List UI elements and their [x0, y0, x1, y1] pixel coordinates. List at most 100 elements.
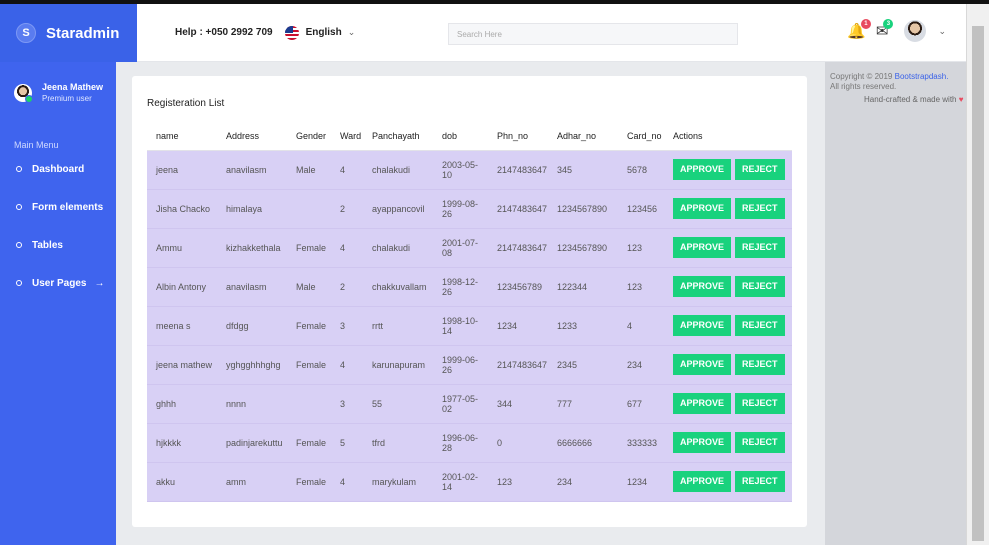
sidebar: Jeena Mathew Premium user Main Menu Dash…	[0, 62, 116, 545]
table-cell-gender: Male	[287, 150, 331, 190]
scrollbar[interactable]	[966, 4, 989, 545]
sidebar-item-user-pages[interactable]: User Pages →	[16, 264, 116, 302]
table-cell-dob: 1999-06-26	[433, 345, 488, 385]
table-cell-card-no: 123	[618, 228, 664, 268]
table-cell-ward: 4	[331, 462, 363, 502]
table-cell-ward: 4	[331, 228, 363, 268]
table-cell-adhar-no: 2345	[548, 345, 618, 385]
table-cell-actions: APPROVE REJECT	[664, 462, 792, 502]
reject-button[interactable]: REJECT	[735, 354, 785, 375]
table-cell-ward: 2	[331, 189, 363, 229]
table-cell-actions: APPROVE REJECT	[664, 423, 792, 463]
table-cell-adhar-no: 777	[548, 384, 618, 424]
table-cell-ward: 4	[331, 150, 363, 190]
sidebar-item-label: Dashboard	[32, 163, 85, 175]
table-cell-actions: APPROVE REJECT	[664, 150, 792, 190]
approve-button[interactable]: APPROVE	[673, 276, 732, 297]
table-cell-panchayath: chalakudi	[363, 150, 433, 190]
approve-button[interactable]: APPROVE	[673, 432, 732, 453]
table-cell-ward: 5	[331, 423, 363, 463]
approve-button[interactable]: APPROVE	[673, 159, 732, 180]
table-cell-address: yghgghhhghg	[217, 345, 287, 385]
table-cell-card-no: 1234	[618, 462, 664, 502]
table-cell-card-no: 234	[618, 345, 664, 385]
approve-button[interactable]: APPROVE	[673, 471, 732, 492]
table-cell-panchayath: ayappancovil	[363, 189, 433, 229]
approve-button[interactable]: APPROVE	[673, 354, 732, 375]
table-cell-card-no: 333333	[618, 423, 664, 463]
table-cell-actions: APPROVE REJECT	[664, 267, 792, 307]
table-cell-name: meena s	[147, 306, 217, 346]
table-cell-address: anavilasm	[217, 150, 287, 190]
table-row: jeena anavilasm Male 4 chalakudi 2003-05-10 21…	[147, 150, 792, 190]
sidebar-item-form-elements[interactable]: Form elements	[16, 188, 116, 226]
brand-badge: S	[16, 23, 36, 43]
table-cell-dob: 2003-05-10	[433, 150, 488, 190]
reject-button[interactable]: REJECT	[735, 159, 785, 180]
reject-button[interactable]: REJECT	[735, 198, 785, 219]
table-cell-panchayath: marykulam	[363, 462, 433, 502]
sidebar-item-label: User Pages	[32, 277, 87, 289]
table-cell-actions: APPROVE REJECT	[664, 345, 792, 385]
table-cell-address: kizhakkethala	[217, 228, 287, 268]
column-header: name	[147, 122, 217, 151]
table-cell-address: himalaya	[217, 189, 287, 229]
search-input[interactable]	[448, 23, 738, 45]
brand-logo[interactable]: S Staradmin	[0, 4, 137, 62]
right-panel: Copyright © 2019 Bootstrapdash. All righ…	[825, 62, 966, 545]
table-cell-name: ghhh	[147, 384, 217, 424]
column-header: Actions	[664, 122, 792, 151]
reject-button[interactable]: REJECT	[735, 237, 785, 258]
chevron-down-icon[interactable]: ⌄	[938, 26, 946, 37]
user-avatar[interactable]	[904, 20, 927, 42]
approve-button[interactable]: APPROVE	[673, 198, 732, 219]
table-cell-adhar-no: 1234567890	[548, 228, 618, 268]
table-cell-phn-no: 1234	[488, 306, 548, 346]
circle-icon	[16, 242, 22, 248]
us-flag-icon	[284, 25, 299, 40]
table-cell-adhar-no: 122344	[548, 267, 618, 307]
reject-button[interactable]: REJECT	[735, 315, 785, 336]
avatar	[14, 83, 33, 103]
table-cell-actions: APPROVE REJECT	[664, 228, 792, 268]
table-cell-panchayath: chalakudi	[363, 228, 433, 268]
copyright-label: Copyright © 2019	[830, 72, 893, 81]
table-row: ghhh nnnn 3 55 1977-05-02 344 777 677 APPROVE REJ…	[147, 384, 792, 424]
crafted-label: Hand-crafted & made with	[864, 94, 957, 104]
column-header: Gender	[287, 122, 331, 151]
table-cell-phn-no: 2147483647	[488, 228, 548, 268]
table-cell-card-no: 123456	[618, 189, 664, 229]
scroll-thumb[interactable]	[972, 26, 984, 541]
bell-icon[interactable]: 🔔 1	[847, 18, 871, 39]
language-selector[interactable]: English	[306, 27, 342, 38]
table-cell-ward: 2	[331, 267, 363, 307]
table-header-row: name Address Gender Ward Panchayath dob …	[147, 122, 792, 151]
reject-button[interactable]: REJECT	[735, 471, 785, 492]
reject-button[interactable]: REJECT	[735, 276, 785, 297]
sidebar-item-label: Tables	[32, 239, 63, 251]
approve-button[interactable]: APPROVE	[673, 237, 732, 258]
table-cell-gender: Female	[287, 462, 331, 502]
mail-icon[interactable]: ✉ 3	[876, 18, 894, 39]
approve-button[interactable]: APPROVE	[673, 393, 732, 414]
table-cell-name: Albin Antony	[147, 267, 217, 307]
reject-button[interactable]: REJECT	[735, 432, 785, 453]
approve-button[interactable]: APPROVE	[673, 315, 732, 336]
nav-icons: 🔔 1 ✉ 3 ⌄	[847, 18, 946, 42]
mail-count: 3	[883, 18, 894, 29]
sidebar-profile[interactable]: Jeena Mathew Premium user	[0, 62, 116, 103]
sidebar-item-dashboard[interactable]: Dashboard	[16, 150, 116, 188]
sidebar-item-tables[interactable]: Tables	[16, 226, 116, 264]
table-cell-ward: 4	[331, 345, 363, 385]
table-cell-phn-no: 123456789	[488, 267, 548, 307]
user-role: Premium user	[42, 94, 92, 103]
table-row: hjkkkk padinjarekuttu Female 5 tfrd 1996-06-2…	[147, 423, 792, 463]
bootstrapdash-link[interactable]: Bootstrapdash.	[895, 72, 949, 81]
table-cell-phn-no: 344	[488, 384, 548, 424]
table-cell-actions: APPROVE REJECT	[664, 189, 792, 229]
reject-button[interactable]: REJECT	[735, 393, 785, 414]
table-cell-name: Jisha Chacko	[147, 189, 217, 229]
table-row: jeena mathew yghgghhhghg Female 4 karunapura…	[147, 345, 792, 385]
chevron-down-icon[interactable]: ⌄	[348, 27, 356, 38]
table-cell-panchayath: tfrd	[363, 423, 433, 463]
